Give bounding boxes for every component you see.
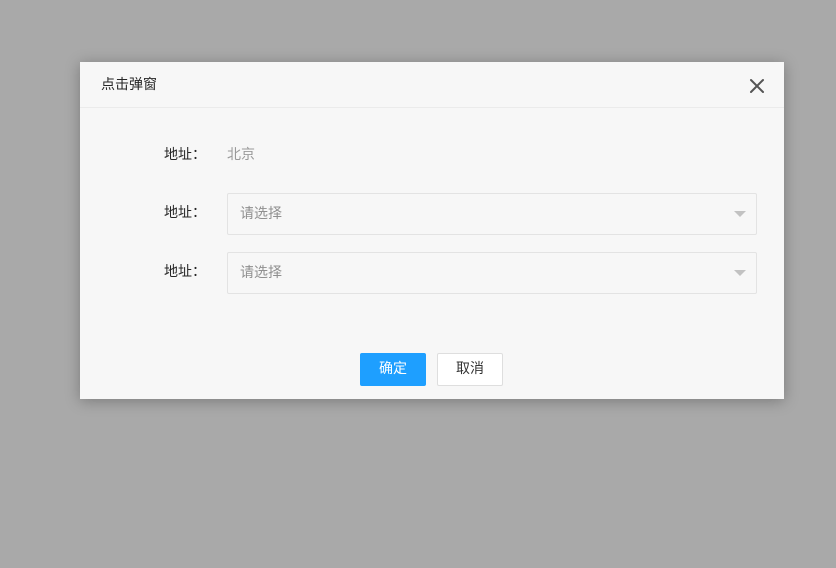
- chevron-down-icon: [734, 270, 746, 276]
- dialog-header: 点击弹窗: [80, 62, 784, 108]
- address-select-1[interactable]: 请选择: [227, 193, 757, 235]
- close-button[interactable]: [746, 75, 768, 97]
- close-icon: [750, 79, 764, 93]
- address-value: 北京: [227, 147, 255, 163]
- address-label: 地址：: [164, 147, 206, 163]
- address-label: 地址：: [164, 205, 206, 221]
- select-placeholder: 请选择: [240, 206, 282, 222]
- cancel-button[interactable]: 取消: [437, 353, 503, 386]
- modal-dialog: 点击弹窗 地址： 北京 地址： 请选择 地址： 请选择 确定 取消: [80, 62, 784, 399]
- address-label: 地址：: [164, 264, 206, 280]
- chevron-down-icon: [734, 211, 746, 217]
- dialog-title: 点击弹窗: [101, 77, 157, 93]
- confirm-button[interactable]: 确定: [360, 353, 426, 386]
- address-select-2[interactable]: 请选择: [227, 252, 757, 294]
- select-placeholder: 请选择: [240, 265, 282, 281]
